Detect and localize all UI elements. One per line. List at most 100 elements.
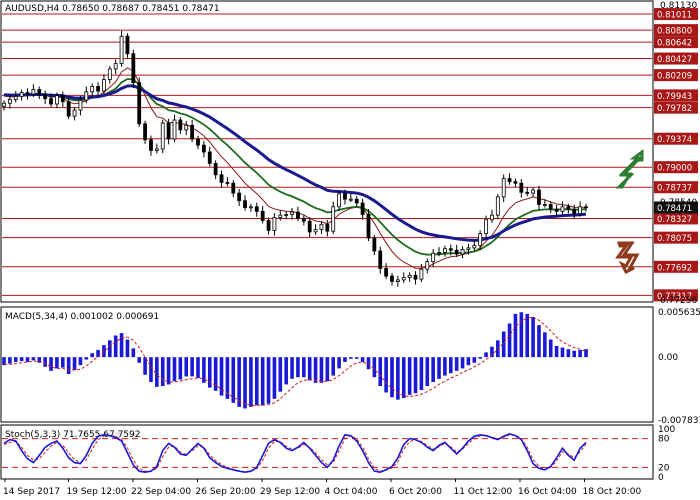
macd-bar [19, 357, 24, 362]
macd-bar [119, 333, 124, 358]
macd-bar [272, 357, 277, 399]
macd-bar [254, 357, 259, 406]
price-level-labels: 0.81011 0.80800 0.80642 0.80427 0.80209 0.799… [654, 8, 698, 302]
candle-body [154, 148, 159, 151]
macd-bar [302, 357, 306, 378]
candle-body [178, 119, 183, 131]
macd-bar [448, 357, 453, 374]
candle-body [513, 181, 518, 184]
time-axis-label: 14 Sep 2017 [3, 487, 60, 497]
candle-body [384, 268, 389, 277]
candle-body [425, 261, 430, 270]
candle-body [478, 233, 483, 247]
candle-body [431, 252, 436, 263]
candle-body [7, 99, 12, 104]
candle-body [249, 206, 253, 209]
macd-bar [390, 357, 394, 398]
candle-body [313, 229, 318, 233]
candle-body [560, 206, 565, 212]
candle-body [484, 219, 488, 234]
stoch-axis-tick: 20 [658, 463, 670, 473]
candle-body [519, 182, 524, 193]
candle-body [96, 86, 100, 92]
time-axis-label: 6 Oct 20:00 [389, 487, 442, 497]
macd-bar [466, 357, 471, 366]
candle-body [578, 206, 583, 215]
candle-body [196, 138, 200, 146]
macd-bar [337, 357, 341, 369]
candle-body [542, 204, 547, 206]
macd-bar [513, 313, 518, 358]
candle-body [254, 206, 259, 212]
macd-bar [13, 357, 18, 362]
macd-bar [331, 357, 336, 376]
macd-bar [354, 357, 359, 359]
macd-bar [190, 357, 194, 377]
macd-bar [343, 357, 347, 362]
candle-body [501, 178, 506, 198]
candle-body [107, 68, 112, 81]
candle-body [466, 247, 471, 250]
candle-body [84, 91, 89, 101]
macd-bar [49, 357, 53, 371]
time-axis-label: 16 Oct 04:00 [518, 487, 577, 497]
macd-bar [484, 352, 488, 358]
time-axis-label: 4 Oct 04:00 [325, 487, 378, 497]
macd-bar [378, 357, 383, 387]
price-candles [2, 30, 588, 287]
macd-bar [349, 357, 353, 359]
macd-bar [554, 345, 559, 358]
macd-bar [260, 357, 265, 406]
candle-body [13, 95, 18, 100]
macd-bar [149, 357, 153, 383]
price-level-value: 0.80209 [657, 72, 692, 82]
candle-body [531, 189, 535, 194]
time-axis-label: 11 Oct 12:00 [454, 487, 513, 497]
macd-bar [419, 357, 424, 391]
candle-body [460, 249, 465, 255]
macd-bar [25, 357, 30, 362]
time-axis-label: 22 Sep 04:00 [131, 487, 191, 497]
candle-body [296, 211, 300, 219]
time-axis-label: 26 Sep 20:00 [196, 487, 256, 497]
macd-bar [507, 323, 512, 358]
macd-bar [284, 357, 288, 385]
candle-body [401, 277, 406, 281]
candle-body [266, 220, 271, 231]
candle-body [19, 92, 24, 97]
macd-bar [278, 357, 283, 392]
macd-bar [560, 347, 565, 358]
macd-axis: 0.0056350.00-0.007837 [658, 308, 700, 426]
price-axis-tick: 0.78540 [660, 198, 697, 208]
candle-body [284, 214, 289, 216]
candle-body [554, 208, 559, 212]
macd-bar [8, 357, 12, 364]
price-level-value: 0.79782 [657, 104, 692, 114]
candle-body [413, 274, 418, 280]
candle-body [272, 217, 277, 231]
candle-body [119, 35, 124, 65]
macd-bar [325, 357, 330, 382]
buy-arrow-icon [615, 149, 644, 189]
candle-body [395, 279, 400, 282]
candle-body [231, 182, 236, 194]
candle-body [160, 122, 165, 150]
macd-histogram [2, 312, 588, 409]
candle-body [37, 89, 42, 96]
candle-body [472, 245, 477, 249]
macd-bar [137, 357, 142, 363]
candle-body [360, 202, 365, 215]
macd-bar [437, 357, 441, 379]
macd-bar [266, 357, 271, 404]
macd-indicator-title: MACD(5,34,4) 0.001002 0.000691 [5, 312, 159, 322]
macd-bar [384, 357, 388, 393]
candle-body [137, 82, 142, 125]
macd-bar [366, 357, 371, 370]
macd-bar [407, 357, 412, 395]
candle-body [584, 206, 588, 209]
price-level-value: 0.80642 [657, 39, 692, 49]
price-level-value: 0.79943 [657, 92, 692, 102]
macd-bar [566, 349, 571, 358]
chart-canvas: 0.81011 0.80800 0.80642 0.80427 0.80209 0.799… [0, 0, 700, 497]
candle-body [225, 182, 230, 184]
